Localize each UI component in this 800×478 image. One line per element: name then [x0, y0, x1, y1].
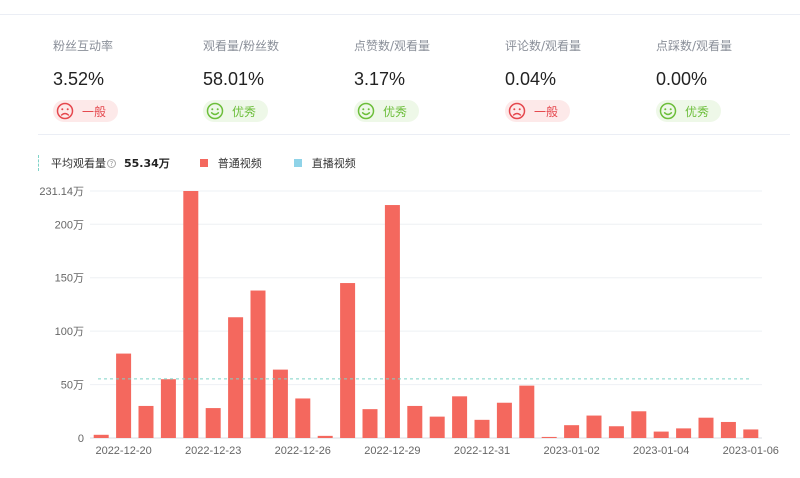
- metric-label: 点踩数/观看量: [656, 39, 733, 53]
- sad-face-icon: [56, 102, 74, 120]
- smile-face-icon: [659, 102, 677, 120]
- x-tick-label: 2022-12-23: [185, 445, 241, 457]
- bar[interactable]: [160, 379, 176, 438]
- bar[interactable]: [698, 417, 714, 438]
- metric-value: 3.17%: [354, 69, 406, 89]
- rating-label: 优秀: [685, 104, 710, 119]
- bar[interactable]: [653, 431, 669, 438]
- y-tick-label: 0: [78, 433, 84, 445]
- average-value: 55.34万: [124, 157, 170, 170]
- bar[interactable]: [93, 434, 109, 438]
- bars: [93, 191, 759, 438]
- average-label: 平均观看量: [51, 157, 106, 170]
- metric-value: 0.04%: [505, 69, 557, 89]
- bar[interactable]: [743, 429, 759, 438]
- metric-label: 观看量/粉丝数: [203, 39, 280, 53]
- metric-likes-per-view: 点赞数/观看量 3.17% 优秀: [354, 38, 504, 124]
- smile-face-icon: [206, 102, 224, 120]
- rating-label: 一般: [82, 104, 107, 119]
- help-icon[interactable]: ?: [107, 158, 116, 168]
- section-divider: [38, 134, 790, 135]
- x-tick-label: 2023-01-04: [633, 445, 689, 457]
- bar[interactable]: [720, 421, 736, 438]
- rating-badge: 一般: [53, 100, 119, 122]
- bar[interactable]: [138, 405, 154, 438]
- metric-value: 58.01%: [203, 69, 265, 89]
- x-tick-label: 2022-12-31: [454, 445, 510, 457]
- metric-label: 点赞数/观看量: [354, 39, 431, 53]
- metric-value: 0.00%: [656, 69, 708, 89]
- rating-badge: 优秀: [656, 100, 722, 122]
- rating-label: 优秀: [383, 104, 408, 119]
- metrics-row: 粉丝互动率 3.52% 一般 观看量/粉丝数 58.01% 优秀 点赞数/观看量…: [0, 38, 800, 128]
- bar[interactable]: [608, 426, 624, 438]
- chart-legend: 平均观看量 ? 55.34万 普通视频 直播视频: [38, 154, 388, 172]
- average-line-marker: [38, 155, 39, 171]
- legend-label-normal: 普通视频: [217, 157, 262, 170]
- bar[interactable]: [474, 419, 490, 438]
- metric-value: 3.52%: [53, 69, 105, 89]
- y-tick-label: 231.14万: [39, 186, 84, 198]
- bar[interactable]: [429, 416, 445, 438]
- rating-badge: 优秀: [354, 100, 420, 122]
- bar[interactable]: [340, 283, 356, 438]
- rating-label: 优秀: [232, 104, 257, 119]
- bar[interactable]: [116, 353, 132, 438]
- metric-views-per-fan: 观看量/粉丝数 58.01% 优秀: [203, 38, 353, 124]
- rating-label: 一般: [534, 104, 559, 119]
- bar[interactable]: [519, 385, 535, 438]
- bar[interactable]: [631, 411, 647, 438]
- bar[interactable]: [183, 191, 199, 438]
- rating-badge: 优秀: [203, 100, 269, 122]
- metric-label: 评论数/观看量: [505, 39, 582, 53]
- analytics-card: 粉丝互动率 3.52% 一般 观看量/粉丝数 58.01% 优秀 点赞数/观看量…: [0, 0, 800, 478]
- metric-fan-interaction: 粉丝互动率 3.52% 一般: [53, 38, 203, 124]
- y-tick-label: 50万: [61, 380, 84, 392]
- bar[interactable]: [407, 405, 423, 438]
- x-tick-label: 2022-12-26: [275, 445, 331, 457]
- bar[interactable]: [205, 408, 221, 438]
- bar[interactable]: [384, 205, 400, 438]
- bar[interactable]: [586, 415, 602, 438]
- bar[interactable]: [676, 428, 692, 438]
- bar[interactable]: [362, 409, 378, 438]
- legend-item-live[interactable]: 直播视频: [293, 155, 356, 171]
- rating-badge: 一般: [505, 100, 571, 122]
- sad-face-icon: [508, 102, 526, 120]
- bar[interactable]: [272, 369, 288, 438]
- x-tick-label: 2023-01-02: [543, 445, 599, 457]
- bar[interactable]: [250, 290, 266, 438]
- y-tick-label: 150万: [55, 273, 84, 285]
- bar-chart: 050万100万150万200万231.14万 2022-12-20 2022-1…: [39, 186, 779, 457]
- top-divider: [0, 14, 800, 15]
- legend-swatch-normal: [199, 159, 208, 167]
- x-tick-label: 2022-12-20: [95, 445, 151, 457]
- bar[interactable]: [317, 435, 333, 438]
- bar[interactable]: [452, 396, 468, 438]
- metric-comments-per-view: 评论数/观看量 0.04% 一般: [505, 38, 655, 124]
- metric-dislikes-per-view: 点踩数/观看量 0.00% 优秀: [656, 38, 800, 124]
- bar[interactable]: [496, 402, 512, 438]
- legend-swatch-live: [293, 159, 302, 167]
- y-axis-labels: 0 50万 100万 150万 200万 231.14万: [39, 186, 84, 445]
- x-axis-labels: 2022-12-20 2022-12-23 2022-12-26 2022-12-29…: [95, 445, 778, 457]
- legend-label-live: 直播视频: [311, 157, 356, 170]
- bar[interactable]: [295, 398, 311, 438]
- bar[interactable]: [541, 436, 557, 438]
- metric-label: 粉丝互动率: [53, 39, 114, 53]
- x-tick-label: 2022-12-29: [364, 445, 420, 457]
- legend-item-normal[interactable]: 普通视频: [199, 155, 262, 171]
- y-tick-label: 200万: [55, 219, 84, 231]
- bar[interactable]: [228, 317, 244, 438]
- y-tick-label: 100万: [55, 326, 84, 338]
- smile-face-icon: [357, 102, 375, 120]
- x-tick-label: 2023-01-06: [723, 445, 779, 457]
- bar[interactable]: [564, 425, 580, 438]
